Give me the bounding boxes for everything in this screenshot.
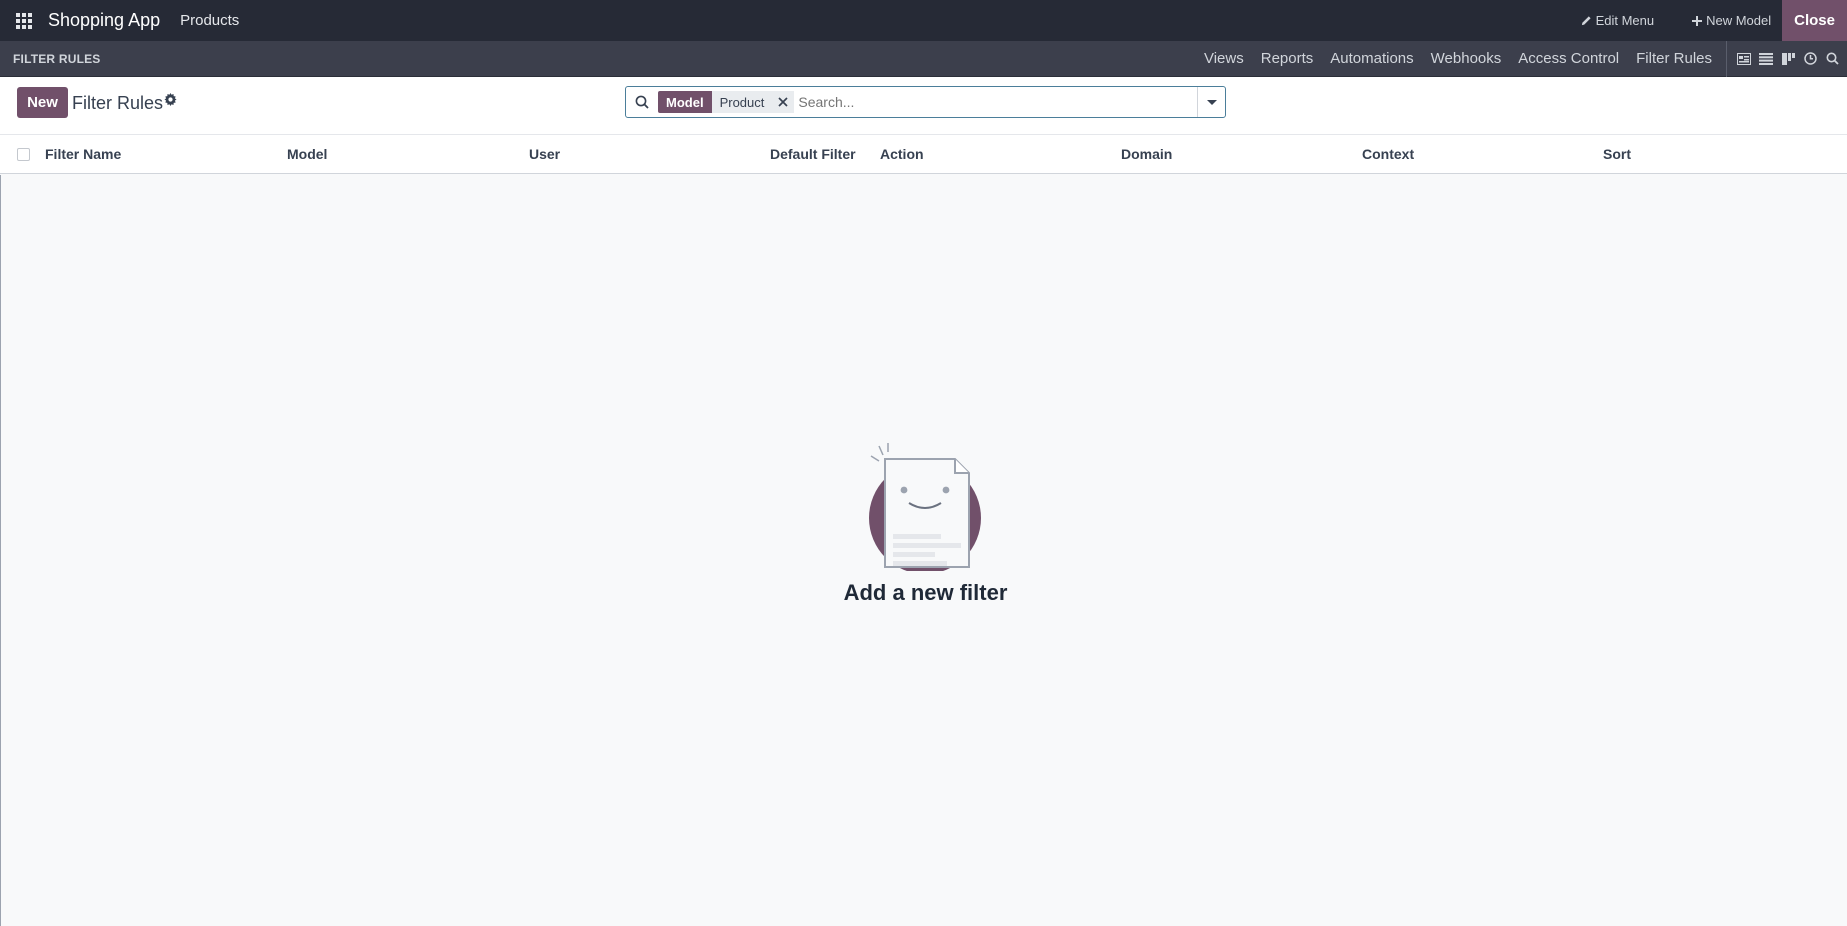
apps-menu-button[interactable] xyxy=(0,0,48,41)
search-facet: Model Product xyxy=(658,91,795,113)
column-header-filter-name[interactable]: Filter Name xyxy=(45,146,121,162)
search-input[interactable] xyxy=(794,94,1197,110)
nav-menu-products[interactable]: Products xyxy=(180,12,239,29)
column-header-user[interactable]: User xyxy=(529,146,560,162)
studio-menu-filter-rules[interactable]: Filter Rules xyxy=(1636,50,1712,67)
activity-view-icon[interactable] xyxy=(1803,52,1817,66)
caret-down-icon xyxy=(1206,99,1217,105)
column-header-context[interactable]: Context xyxy=(1362,146,1414,162)
list-view-icon[interactable] xyxy=(1759,52,1773,66)
page-title: Filter Rules xyxy=(72,93,164,113)
edit-menu-label: Edit Menu xyxy=(1595,13,1655,28)
facet-value: Product xyxy=(719,94,765,110)
column-header-domain[interactable]: Domain xyxy=(1121,146,1172,162)
facet-label: Model xyxy=(658,91,712,113)
column-header-action[interactable]: Action xyxy=(880,146,924,162)
apps-grid-icon xyxy=(16,12,32,29)
new-button[interactable]: New xyxy=(17,87,68,118)
new-model-label: New Model xyxy=(1706,13,1772,28)
control-panel: New Filter Rules Model Product xyxy=(0,77,1847,135)
studio-menu-automations[interactable]: Automations xyxy=(1330,50,1413,67)
column-header-default-filter[interactable]: Default Filter xyxy=(770,146,856,162)
studio-menu-views[interactable]: Views xyxy=(1204,50,1244,67)
pencil-icon xyxy=(1581,16,1591,26)
search-options-toggle[interactable] xyxy=(1197,87,1225,117)
smiling-document-illustration xyxy=(869,443,981,571)
form-view-icon[interactable] xyxy=(1737,52,1751,66)
app-name[interactable]: Shopping App xyxy=(48,10,160,31)
edit-menu-button[interactable]: Edit Menu xyxy=(1581,13,1655,28)
empty-state: Add a new filter xyxy=(0,175,1847,926)
gear-icon[interactable] xyxy=(164,93,177,110)
search-bar[interactable]: Model Product xyxy=(625,86,1226,118)
close-studio-button[interactable]: Close xyxy=(1782,0,1847,41)
top-navbar: Shopping App Products Edit Menu New Mode… xyxy=(0,0,1847,41)
empty-state-message: Add a new filter xyxy=(843,580,1008,605)
search-view-icon[interactable] xyxy=(1825,52,1839,66)
new-model-button[interactable]: New Model xyxy=(1692,13,1771,28)
list-header: Filter Name Model User Default Filter Ac… xyxy=(0,135,1847,174)
plus-icon xyxy=(1692,15,1703,26)
column-header-sort[interactable]: Sort xyxy=(1603,146,1631,162)
select-all-checkbox[interactable] xyxy=(17,148,30,161)
column-header-model[interactable]: Model xyxy=(287,146,327,162)
studio-menu-access-control[interactable]: Access Control xyxy=(1518,50,1619,67)
studio-subbar: FILTER RULES Views Reports Automations W… xyxy=(0,40,1847,77)
studio-menu-reports[interactable]: Reports xyxy=(1261,50,1314,67)
studio-menu-webhooks[interactable]: Webhooks xyxy=(1431,50,1502,67)
remove-facet-icon[interactable] xyxy=(778,94,788,111)
studio-section-title: FILTER RULES xyxy=(13,51,101,66)
kanban-view-icon[interactable] xyxy=(1781,52,1795,66)
search-icon xyxy=(626,95,658,109)
